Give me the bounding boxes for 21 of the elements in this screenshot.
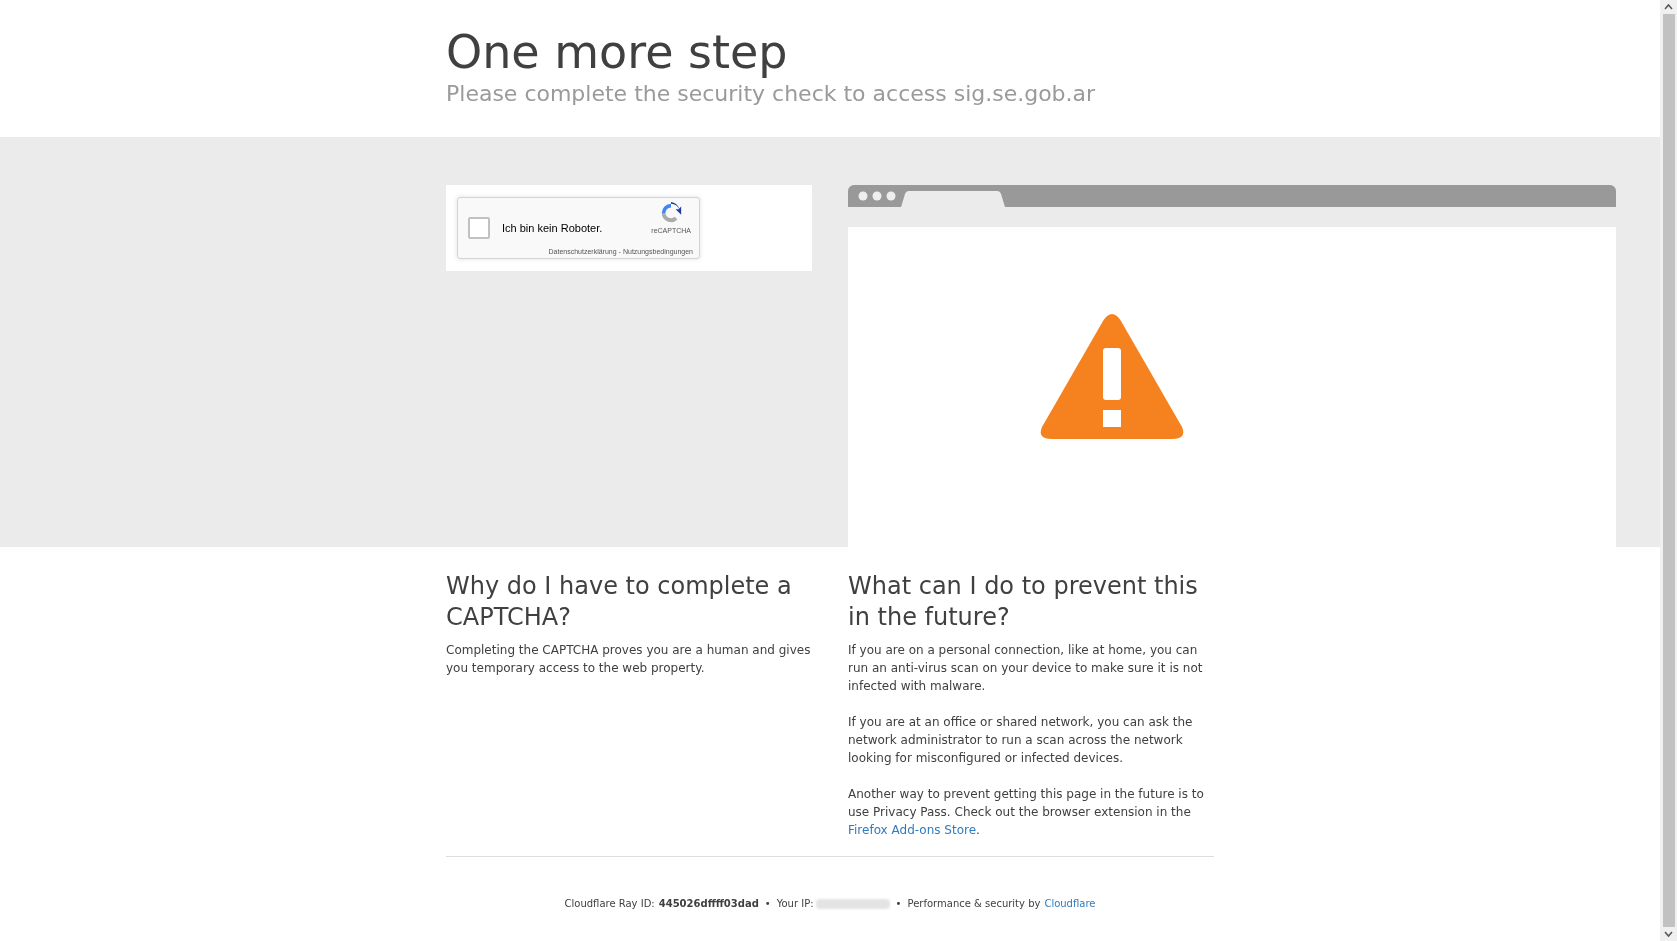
ray-id-label: Cloudflare Ray ID: [564,897,655,911]
section-paragraph: If you are at an office or shared network, you can ask the network administrator to run a scan across the network looking for misconfigured or infected devices. [848,714,1194,767]
separator-dot: • [895,897,902,911]
section-paragraph: If you are on a personal connection, like at home, you can run an anti-virus scan on your device to make sure it is not infected with malware. [848,642,1204,695]
captcha-checkbox[interactable] [468,217,490,239]
section-heading: Why do I have to complete a CAPTCHA? [446,571,793,633]
section-paragraph: Completing the CAPTCHA proves you are a human and gives you temporary access to the web property. [446,642,812,677]
ip-label: Your IP: [776,897,814,911]
performance-text: Performance & security by [907,897,1041,911]
ray-id: 445026dffff03dad [658,897,759,911]
separator-dot: • [764,897,771,911]
section-paragraph: Another way to prevent getting this page in the future is to use Privacy Pass. Check out the browser extension in the Firefox Add-ons Store. [848,786,1205,839]
section-heading: What can I do to prevent this in the future? [848,571,1199,633]
captcha-label: Ich bin kein Roboter. [502,220,603,236]
page-title: One more step [446,24,788,80]
addons-store-link[interactable]: Firefox Add-ons Store [848,823,977,837]
cloudflare-link[interactable]: Cloudflare [1044,896,1096,911]
window-dots-icon [858,191,896,201]
page-subtitle: Please complete the security check to access sig.se.gob.ar [446,80,1096,108]
warning-icon [1039,313,1185,441]
recaptcha-logo-icon [659,201,684,225]
